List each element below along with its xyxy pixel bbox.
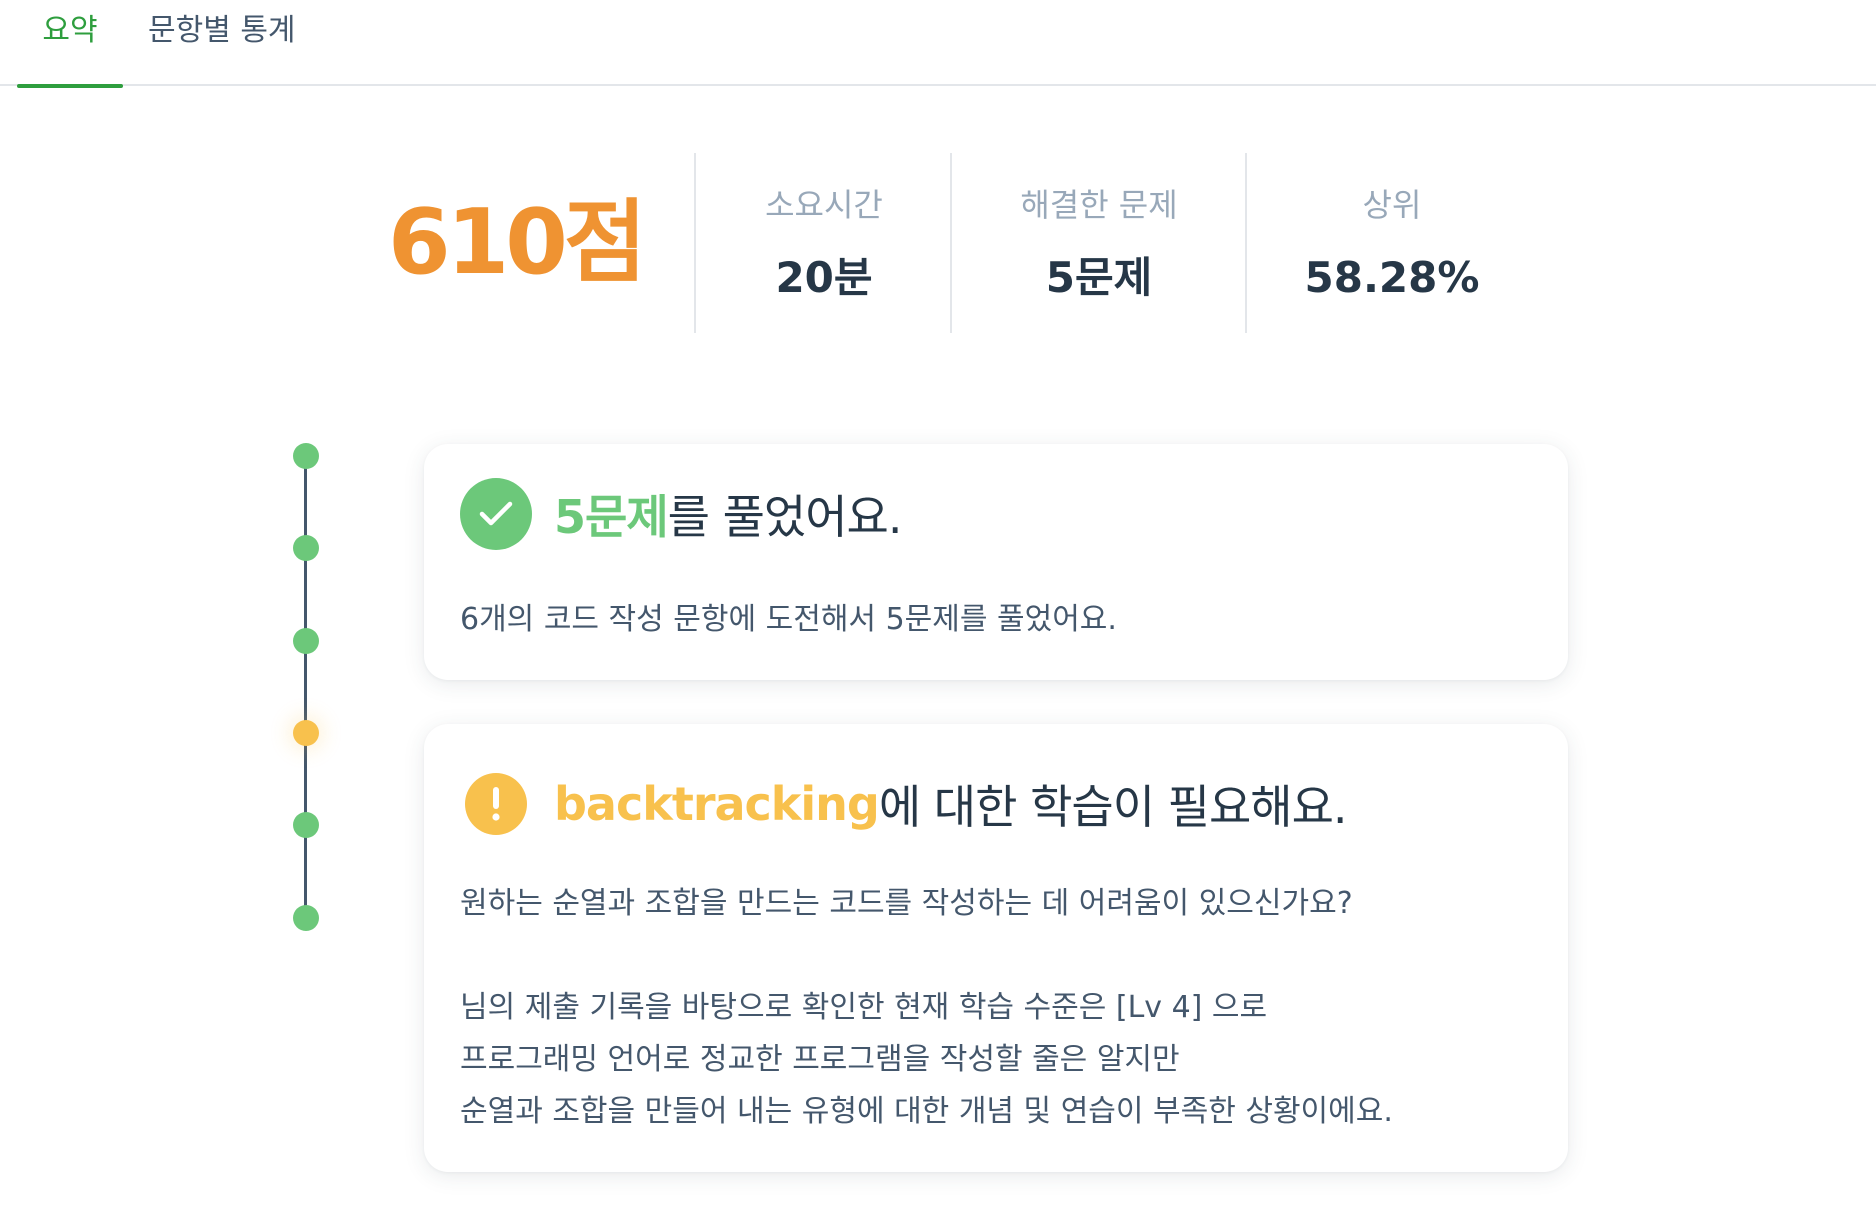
stat-solved: 해결한 문제 5문제	[952, 180, 1246, 308]
card-body: 원하는 순열과 조합을 만드는 코드를 작성하는 데 어려움이 있으신가요? 님…	[460, 878, 1393, 1138]
check-icon	[460, 478, 532, 550]
tab-question-stats[interactable]: 문항별 통계	[148, 0, 296, 86]
result-card-solved: 5문제 를 풀었어요. 6개의 코드 작성 문항에 도전해서 5문제를 풀었어요.	[424, 444, 1568, 680]
timeline-dot-success	[293, 535, 319, 561]
timeline-dot-success	[293, 628, 319, 654]
stat-rank-label: 상위	[1362, 186, 1422, 224]
card-title: 5문제 를 풀었어요.	[460, 478, 903, 550]
timeline-dot-success	[293, 812, 319, 838]
stat-rank: 상위 58.28%	[1247, 180, 1537, 308]
stat-time-value: 20분	[775, 253, 873, 302]
stat-solved-value: 5문제	[1045, 253, 1153, 302]
card-body-line: 순열과 조합을 만들어 내는 유형에 대한 개념 및 연습이 부족한 상황이에요…	[460, 1094, 1393, 1129]
stat-solved-label: 해결한 문제	[1020, 186, 1178, 224]
score-value: 610점	[388, 190, 647, 295]
card-title-text: 를 풀었어요.	[667, 490, 903, 544]
stat-rank-value: 58.28%	[1304, 253, 1480, 302]
exclamation-icon	[465, 773, 527, 835]
tab-bar: 요약 문항별 통계	[0, 0, 1876, 88]
timeline-dot-warning	[293, 720, 319, 746]
card-title-text: 에 대한 학습이 필요해요.	[878, 780, 1348, 834]
result-card-weakness: backtracking 에 대한 학습이 필요해요. 원하는 순열과 조합을 만…	[424, 724, 1568, 1172]
card-body-line: 님의 제출 기록을 바탕으로 확인한 현재 학습 수준은 [Lv 4] 으로	[460, 990, 1268, 1025]
stat-time: 소요시간 20분	[696, 180, 952, 308]
timeline-dot-success	[293, 905, 319, 931]
card-body-line: 프로그래밍 언어로 정교한 프로그램을 작성할 줄은 알지만	[460, 1042, 1180, 1077]
card-body-line: 원하는 순열과 조합을 만드는 코드를 작성하는 데 어려움이 있으신가요?	[460, 886, 1353, 921]
stat-time-label: 소요시간	[765, 186, 883, 224]
card-title: backtracking 에 대한 학습이 필요해요.	[460, 768, 1348, 840]
tab-summary[interactable]: 요약	[17, 0, 123, 88]
card-title-highlight: backtracking	[554, 777, 880, 831]
card-body: 6개의 코드 작성 문항에 도전해서 5문제를 풀었어요.	[460, 602, 1117, 637]
timeline-dot-success	[293, 443, 319, 469]
card-title-highlight: 5문제	[554, 490, 669, 544]
timeline-line	[304, 456, 307, 918]
